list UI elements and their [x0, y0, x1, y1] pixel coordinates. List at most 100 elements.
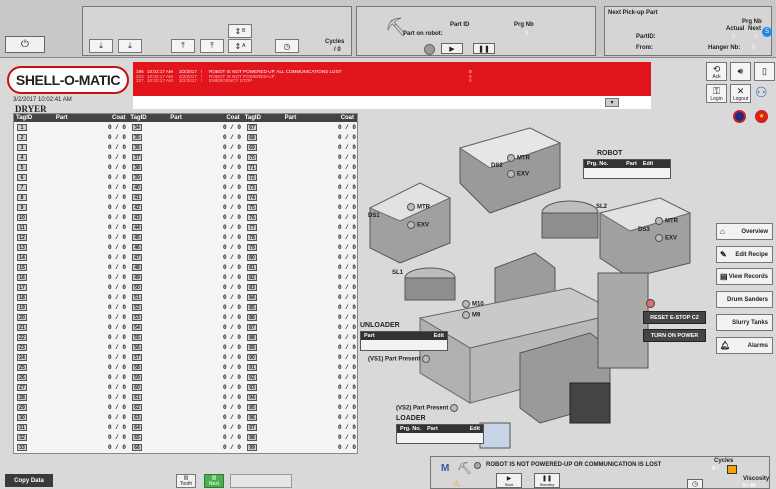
- tag-id[interactable]: 32: [17, 433, 27, 441]
- table-row[interactable]: 46 0 / 0: [129, 242, 244, 252]
- table-row[interactable]: 92 0 / 0: [244, 372, 359, 382]
- table-row[interactable]: 30 0 / 0: [14, 412, 129, 422]
- tag-id[interactable]: 94: [247, 393, 257, 401]
- tag-id[interactable]: 84: [247, 293, 257, 301]
- tag-id[interactable]: 31: [17, 423, 27, 431]
- tag-id[interactable]: 34: [132, 123, 142, 131]
- tag-id[interactable]: 4: [17, 153, 27, 161]
- table-row[interactable]: 57 0 / 0: [129, 352, 244, 362]
- tag-id[interactable]: 3: [17, 143, 27, 151]
- table-row[interactable]: 51 0 / 0: [129, 292, 244, 302]
- table-row[interactable]: 83 0 / 0: [244, 282, 359, 292]
- tag-id[interactable]: 68: [247, 133, 257, 141]
- table-row[interactable]: 98 0 / 0: [244, 432, 359, 442]
- table-row[interactable]: 64 0 / 0: [129, 422, 244, 432]
- tag-id[interactable]: 55: [132, 333, 142, 341]
- table-row[interactable]: 3 0 / 0: [14, 142, 129, 152]
- table-row[interactable]: 35 0 / 0: [129, 132, 244, 142]
- ack-button[interactable]: ⟲ Ack: [706, 62, 727, 81]
- tag-id[interactable]: 46: [132, 243, 142, 251]
- table-row[interactable]: 17 0 / 0: [14, 282, 129, 292]
- table-row[interactable]: 13 0 / 0: [14, 242, 129, 252]
- table-row[interactable]: 80 0 / 0: [244, 252, 359, 262]
- table-row[interactable]: 62 0 / 0: [129, 402, 244, 412]
- table-row[interactable]: 29 0 / 0: [14, 402, 129, 412]
- tag-id[interactable]: 81: [247, 263, 257, 271]
- table-row[interactable]: 22 0 / 0: [14, 332, 129, 342]
- alarms-button[interactable]: 🔔︎ Alarms: [716, 337, 773, 354]
- tag-id[interactable]: 6: [17, 173, 27, 181]
- bottom-timer-button[interactable]: ◷: [687, 479, 703, 489]
- table-row[interactable]: 89 0 / 0: [244, 342, 359, 352]
- tag-id[interactable]: 69: [247, 143, 257, 151]
- tag-id[interactable]: 82: [247, 273, 257, 281]
- table-row[interactable]: 31 0 / 0: [14, 422, 129, 432]
- table-row[interactable]: 33 0 / 0: [14, 442, 129, 452]
- tag-id[interactable]: 18: [17, 293, 27, 301]
- tag-id[interactable]: 27: [17, 383, 27, 391]
- tag-id[interactable]: 72: [247, 173, 257, 181]
- table-row[interactable]: 77 0 / 0: [244, 222, 359, 232]
- power-button[interactable]: ⏻: [5, 36, 45, 53]
- tag-id[interactable]: 61: [132, 393, 142, 401]
- drum-sanders-button[interactable]: Drum Sanders: [716, 291, 773, 308]
- table-row[interactable]: 7 0 / 0: [14, 182, 129, 192]
- reset-estop-button[interactable]: RESET E-STOP C2: [643, 311, 706, 324]
- tag-id[interactable]: 5: [17, 163, 27, 171]
- table-row[interactable]: 6 0 / 0: [14, 172, 129, 182]
- table-row[interactable]: 25 0 / 0: [14, 362, 129, 372]
- tag-id[interactable]: 48: [132, 263, 142, 271]
- tag-id[interactable]: 54: [132, 323, 142, 331]
- tag-id[interactable]: 9: [17, 203, 27, 211]
- tag-id[interactable]: 19: [17, 303, 27, 311]
- tag-id[interactable]: 66: [132, 443, 142, 451]
- tag-id[interactable]: 36: [132, 143, 142, 151]
- tag-id[interactable]: 40: [132, 183, 142, 191]
- table-row[interactable]: 99 0 / 0: [244, 442, 359, 452]
- table-row[interactable]: 70 0 / 0: [244, 152, 359, 162]
- table-row[interactable]: 15 0 / 0: [14, 262, 129, 272]
- tag-id[interactable]: 14: [17, 253, 27, 261]
- tag-id[interactable]: 37: [132, 153, 142, 161]
- tag-id[interactable]: 64: [132, 423, 142, 431]
- tag-id[interactable]: 74: [247, 193, 257, 201]
- table-row[interactable]: 9 0 / 0: [14, 202, 129, 212]
- table-row[interactable]: 97 0 / 0: [244, 422, 359, 432]
- tag-id[interactable]: 22: [17, 333, 27, 341]
- table-row[interactable]: 26 0 / 0: [14, 372, 129, 382]
- table-row[interactable]: 93 0 / 0: [244, 382, 359, 392]
- tag-id[interactable]: 96: [247, 413, 257, 421]
- china-flag-icon[interactable]: ★: [755, 110, 768, 123]
- tag-id[interactable]: 38: [132, 163, 142, 171]
- play-button[interactable]: ▶: [441, 43, 463, 54]
- table-row[interactable]: 4 0 / 0: [14, 152, 129, 162]
- tag-id[interactable]: 45: [132, 233, 142, 241]
- uk-flag-icon[interactable]: [733, 110, 746, 123]
- view-records-button[interactable]: ▤ View Records: [716, 268, 773, 285]
- tag-id[interactable]: 35: [132, 133, 142, 141]
- table-row[interactable]: 55 0 / 0: [129, 332, 244, 342]
- tag-id[interactable]: 28: [17, 393, 27, 401]
- tag-id[interactable]: 41: [132, 193, 142, 201]
- overview-button[interactable]: ⌂ Overview: [716, 223, 773, 240]
- tag-id[interactable]: 90: [247, 353, 257, 361]
- table-row[interactable]: 1 0 / 0: [14, 122, 129, 132]
- table-row[interactable]: 23 0 / 0: [14, 342, 129, 352]
- table-row[interactable]: 84 0 / 0: [244, 292, 359, 302]
- tag-id[interactable]: 11: [17, 223, 27, 231]
- cycle-timer-button[interactable]: ◷: [275, 39, 299, 53]
- logout-button[interactable]: ✕ Logout: [730, 84, 751, 103]
- tag-id[interactable]: 79: [247, 243, 257, 251]
- tag-id[interactable]: 92: [247, 373, 257, 381]
- tag-id[interactable]: 49: [132, 273, 142, 281]
- standby-button[interactable]: ❚❚ Standby: [534, 473, 560, 488]
- upload-1-button[interactable]: ⤒: [171, 39, 195, 53]
- tag-id[interactable]: 20: [17, 313, 27, 321]
- sound-button[interactable]: 🔊︎: [730, 62, 751, 81]
- start-button[interactable]: ▶ Start: [496, 473, 522, 488]
- tag-id[interactable]: 98: [247, 433, 257, 441]
- table-row[interactable]: 94 0 / 0: [244, 392, 359, 402]
- tag-id[interactable]: 75: [247, 203, 257, 211]
- tag-id[interactable]: 50: [132, 283, 142, 291]
- table-row[interactable]: 91 0 / 0: [244, 362, 359, 372]
